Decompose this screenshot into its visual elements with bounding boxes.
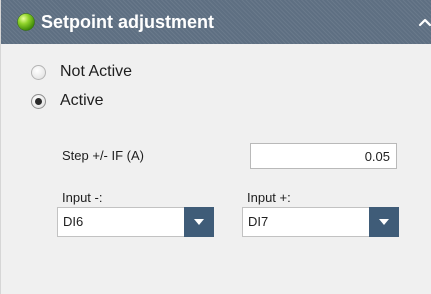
panel-header[interactable]: Setpoint adjustment [1, 0, 431, 44]
input-minus-dropdown-button[interactable] [184, 207, 214, 237]
input-plus-label: Input +: [247, 190, 291, 205]
radio-active[interactable]: Active [31, 90, 104, 112]
chevron-down-icon [194, 219, 204, 225]
radio-not-active[interactable]: Not Active [31, 61, 132, 83]
input-minus-label: Input -: [62, 190, 103, 205]
panel-title: Setpoint adjustment [41, 12, 215, 32]
radio-button-active[interactable] [31, 93, 46, 109]
input-minus-select[interactable]: DI6 [57, 207, 214, 237]
step-input[interactable] [250, 143, 397, 169]
step-label: Step +/- IF (A) [62, 148, 144, 163]
input-plus-select[interactable]: DI7 [242, 207, 399, 237]
input-plus-dropdown-button[interactable] [369, 207, 399, 237]
input-minus-value: DI6 [63, 214, 84, 229]
chevron-down-icon [379, 219, 389, 225]
radio-label-active: Active [60, 92, 104, 109]
chevron-up-icon[interactable] [417, 14, 431, 30]
status-orb-icon [17, 13, 35, 31]
radio-button-not-active[interactable] [31, 64, 46, 80]
setpoint-adjustment-panel: Setpoint adjustment Not Active Active St… [0, 0, 431, 294]
radio-label-not-active: Not Active [60, 63, 133, 80]
input-plus-value: DI7 [248, 214, 269, 229]
